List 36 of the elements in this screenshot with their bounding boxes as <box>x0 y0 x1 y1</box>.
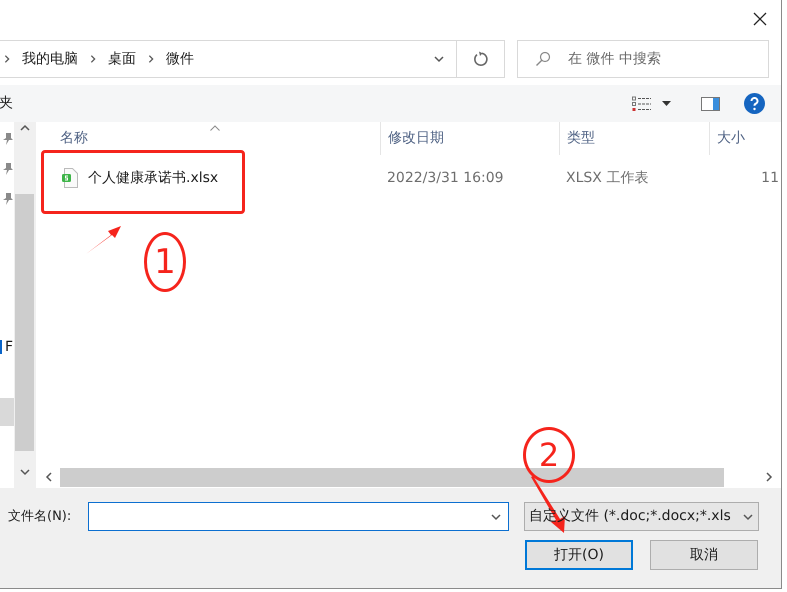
column-header[interactable]: 大小 <box>710 128 745 149</box>
pin-icon <box>3 193 13 205</box>
chevron-icon <box>146 54 156 64</box>
preview-pane-icon[interactable] <box>701 96 720 110</box>
chevron-icon <box>2 54 12 64</box>
search-icon <box>535 51 551 67</box>
chevron-icon <box>88 54 98 64</box>
scrollbar-thumb[interactable] <box>15 194 34 451</box>
view-options-icon[interactable] <box>632 96 652 112</box>
close-icon[interactable] <box>753 12 767 26</box>
address-bar[interactable]: 我的电脑 桌面 微件 <box>0 40 505 78</box>
spreadsheet-file-icon <box>62 168 78 188</box>
table-cell-text: 11 <box>760 168 780 188</box>
refresh-icon <box>472 51 488 67</box>
pin-icon <box>3 163 13 175</box>
table-cell-text: XLSX 工作表 <box>565 168 650 188</box>
breadcrumb-item[interactable]: 桌面 <box>108 48 136 70</box>
open-button[interactable]: 打开(O) <box>525 540 633 570</box>
breadcrumb-item[interactable]: 我的电脑 <box>22 48 78 70</box>
breadcrumb-item[interactable]: 微件 <box>166 48 194 70</box>
pin-icon <box>3 133 13 145</box>
search-field[interactable]: 在 微件 中搜索 <box>517 40 769 78</box>
table-cell-text: 2022/3/31 16:09 <box>386 168 505 188</box>
file-name[interactable]: 个人健康承诺书.xlsx <box>88 168 218 188</box>
annotation-marker: 1 <box>144 232 186 292</box>
cancel-button[interactable]: 取消 <box>650 540 758 570</box>
column-header[interactable]: 名称 <box>38 128 88 149</box>
file-name-label: 文件名(N): <box>8 508 72 526</box>
file-name-field[interactable] <box>88 502 509 531</box>
column-header[interactable]: 修改日期 <box>381 128 444 149</box>
scrollbar-thumb[interactable] <box>60 468 724 486</box>
nav-item[interactable]: F <box>0 340 14 354</box>
annotation-marker: 2 <box>523 427 575 483</box>
help-icon[interactable] <box>744 93 765 114</box>
column-header[interactable]: 类型 <box>560 128 595 149</box>
dropdown-icon[interactable] <box>662 100 671 106</box>
